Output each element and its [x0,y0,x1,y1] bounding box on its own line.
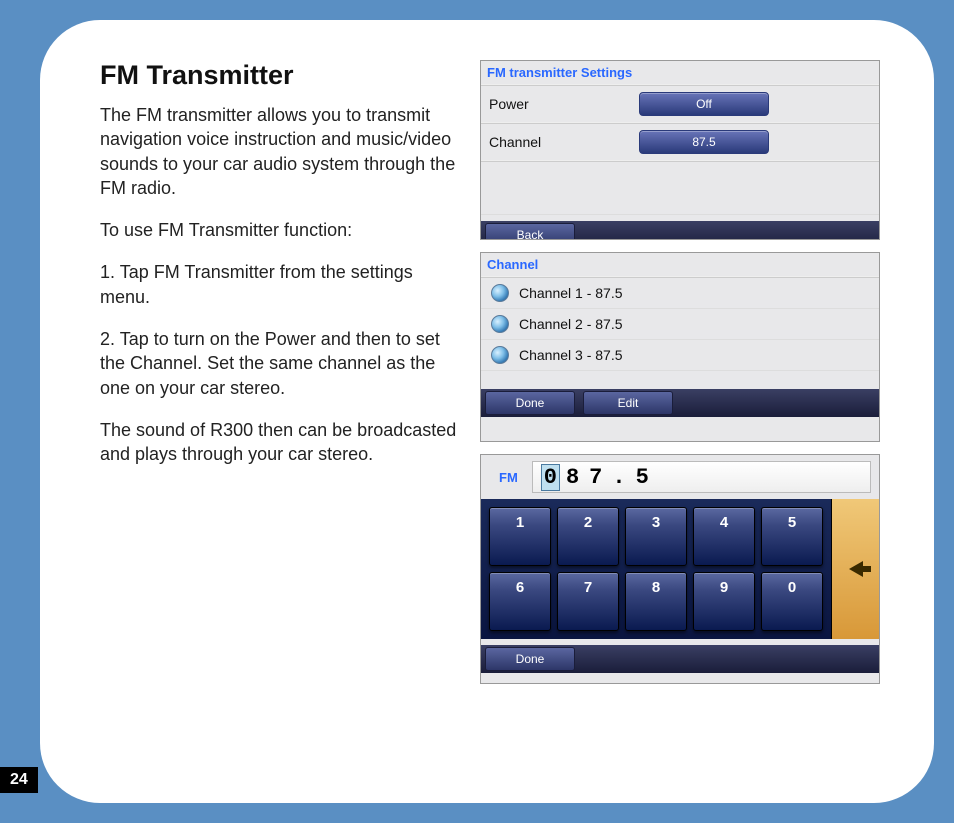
step-2: 2. Tap to turn on the Power and then to … [100,327,460,400]
channel-row: Channel 87.5 [481,124,879,160]
fm-settings-panel: FM transmitter Settings Power Off Channe… [480,60,880,240]
done-button[interactable]: Done [485,647,575,671]
edit-button[interactable]: Edit [583,391,673,415]
backspace-button[interactable] [831,499,879,639]
channel-item-label: Channel 1 - 87.5 [519,285,623,301]
intro-paragraph: The FM transmitter allows you to transmi… [100,103,460,200]
channel-bottom-bar: Done Edit [481,389,879,417]
numeric-keypad: 1 2 3 4 5 6 7 8 9 0 [481,499,831,639]
key-2[interactable]: 2 [557,507,619,566]
channel-value-button[interactable]: 87.5 [639,130,769,154]
key-4[interactable]: 4 [693,507,755,566]
key-6[interactable]: 6 [489,572,551,631]
key-3[interactable]: 3 [625,507,687,566]
step-1: 1. Tap FM Transmitter from the settings … [100,260,460,309]
key-0[interactable]: 0 [761,572,823,631]
radio-icon [491,346,509,364]
page-number: 24 [0,767,38,793]
channel-item-label: Channel 2 - 87.5 [519,316,623,332]
settings-bottom-bar: Back [481,221,879,240]
channel-list-item[interactable]: Channel 2 - 87.5 [481,309,879,339]
back-button[interactable]: Back [485,223,575,240]
fm-settings-title: FM transmitter Settings [481,61,879,84]
key-9[interactable]: 9 [693,572,755,631]
fm-frequency-display: 087.5 [532,461,871,493]
channel-label: Channel [489,134,629,150]
radio-icon [491,315,509,333]
power-row: Power Off [481,86,879,122]
result-paragraph: The sound of R300 then can be broadcaste… [100,418,460,467]
radio-icon [491,284,509,302]
channel-list-title: Channel [481,253,879,276]
channel-list-item[interactable]: Channel 3 - 87.5 [481,340,879,370]
fm-display-highlight-digit: 0 [541,464,560,491]
channel-list-panel: Channel Channel 1 - 87.5 Channel 2 - 87.… [480,252,880,442]
fm-keypad-panel: FM 087.5 1 2 3 4 5 6 7 8 9 0 [480,454,880,684]
power-toggle-button[interactable]: Off [639,92,769,116]
done-button[interactable]: Done [485,391,575,415]
channel-item-label: Channel 3 - 87.5 [519,347,623,363]
key-7[interactable]: 7 [557,572,619,631]
keypad-bottom-bar: Done [481,645,879,673]
key-1[interactable]: 1 [489,507,551,566]
key-5[interactable]: 5 [761,507,823,566]
instructions-lead: To use FM Transmitter function: [100,218,460,242]
fm-label: FM [489,470,518,485]
key-8[interactable]: 8 [625,572,687,631]
power-label: Power [489,96,629,112]
fm-display-rest: 87.5 [566,465,659,490]
arrow-left-icon [849,561,863,577]
page-title: FM Transmitter [100,60,460,91]
channel-list-item[interactable]: Channel 1 - 87.5 [481,278,879,308]
